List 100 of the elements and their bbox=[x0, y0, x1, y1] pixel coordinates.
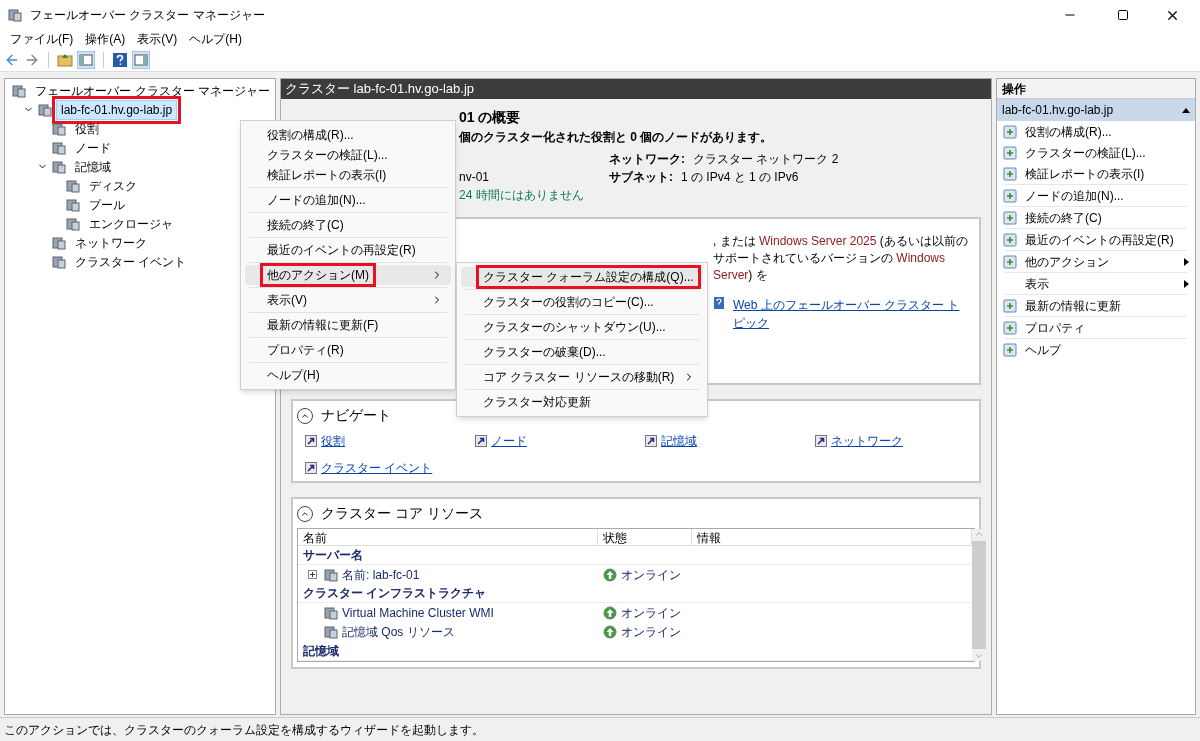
menu-item[interactable]: ノードの追加(N)... bbox=[245, 190, 451, 210]
summary-line: 24 時間にはありません bbox=[459, 187, 585, 204]
action-item[interactable]: ヘルプ bbox=[1025, 340, 1061, 359]
action-icon bbox=[1003, 124, 1017, 139]
menu-item[interactable]: クラスターの役割のコピー(C)... bbox=[461, 292, 703, 312]
menu-item[interactable]: 最近のイベントの再設定(R) bbox=[245, 240, 451, 260]
action-item[interactable]: ノードの追加(N)... bbox=[1025, 186, 1124, 205]
online-status-icon bbox=[603, 625, 617, 640]
menu-bar-item[interactable]: 表示(V) bbox=[131, 30, 184, 48]
action-item[interactable]: 役割の構成(R)... bbox=[1025, 122, 1112, 141]
menu-item[interactable]: プロパティ(R) bbox=[245, 340, 451, 360]
submenu-triangle-icon bbox=[1184, 257, 1189, 266]
tree-item[interactable]: クラスター イベント bbox=[70, 251, 192, 272]
menu-bar-item[interactable]: ヘルプ(H) bbox=[183, 30, 248, 48]
online-status-icon bbox=[603, 567, 617, 582]
column-header[interactable]: 名前 bbox=[298, 529, 598, 545]
resource-name[interactable]: 名前: lab-fc-01 bbox=[342, 565, 420, 584]
tree-item[interactable]: 記憶域 bbox=[70, 156, 116, 177]
action-item[interactable]: 接続の終了(C) bbox=[1025, 208, 1102, 227]
menu-item[interactable]: 表示(V) bbox=[245, 290, 451, 310]
menu-item[interactable]: 検証レポートの表示(I) bbox=[245, 165, 451, 185]
menu-item[interactable]: クラスター クォーラム設定の構成(Q)... bbox=[461, 267, 703, 287]
pane-header: クラスター lab-fc-01.hv.go-lab.jp bbox=[281, 79, 991, 99]
group-row: サーバー名 bbox=[298, 546, 972, 565]
menu-bar-item[interactable]: 操作(A) bbox=[79, 30, 132, 48]
online-status-icon bbox=[603, 606, 617, 620]
help-link[interactable]: Web 上のフェールオーバー クラスター トピック bbox=[733, 296, 971, 332]
shortcut-arrow-icon bbox=[305, 462, 317, 474]
tree-node-icon bbox=[52, 235, 66, 250]
window-title: フェールオーバー クラスター マネージャー bbox=[30, 7, 265, 24]
action-item[interactable]: クラスターの検証(L)... bbox=[1025, 143, 1146, 162]
resource-icon bbox=[324, 567, 338, 582]
action-item[interactable]: 表示 bbox=[1025, 274, 1049, 293]
status-text: オンライン bbox=[621, 624, 681, 642]
tree-node-icon bbox=[12, 83, 27, 98]
navigate-link[interactable]: 役割 bbox=[321, 432, 345, 450]
maximize-icon[interactable] bbox=[1117, 9, 1129, 21]
tree-item[interactable]: ネットワーク bbox=[70, 232, 152, 253]
group-row: 記憶域 bbox=[298, 642, 972, 661]
shortcut-arrow-icon bbox=[475, 435, 487, 447]
expand-plus-icon[interactable] bbox=[308, 570, 317, 580]
navigate-link[interactable]: クラスター イベント bbox=[321, 459, 433, 477]
action-item[interactable]: 最新の情報に更新 bbox=[1025, 296, 1121, 315]
action-pane-icon[interactable] bbox=[132, 50, 150, 69]
column-header[interactable]: 状態 bbox=[598, 529, 692, 545]
action-icon bbox=[1003, 188, 1017, 203]
menu-item[interactable]: クラスターの破棄(D)... bbox=[461, 342, 703, 362]
tree-node-icon bbox=[38, 102, 52, 117]
field-label: ネットワーク: bbox=[609, 151, 685, 168]
navigate-link[interactable]: ネットワーク bbox=[831, 432, 903, 450]
help-book-icon bbox=[713, 296, 725, 310]
action-item[interactable]: プロパティ bbox=[1025, 318, 1085, 337]
tree-node-icon bbox=[52, 121, 66, 136]
pane-toggle-icon[interactable] bbox=[77, 50, 95, 69]
tree-item[interactable]: ノード bbox=[70, 137, 116, 158]
summary-line: nv-01 bbox=[459, 169, 491, 186]
navigate-link[interactable]: ノード bbox=[491, 432, 527, 450]
navigate-link[interactable]: 記憶域 bbox=[661, 432, 697, 450]
action-icon bbox=[1003, 254, 1017, 269]
tree-item[interactable]: フェールオーバー クラスター マネージャー bbox=[30, 80, 275, 101]
menu-item[interactable]: 役割の構成(R)... bbox=[245, 125, 451, 145]
field-value: 1 の IPv4 と 1 の IPv6 bbox=[681, 169, 799, 186]
action-item[interactable]: 検証レポートの表示(I) bbox=[1025, 164, 1145, 183]
menu-bar-item[interactable]: ファイル(F) bbox=[4, 30, 80, 48]
action-item[interactable]: 他のアクション bbox=[1025, 252, 1109, 271]
actions-group-header[interactable]: lab-fc-01.hv.go-lab.jp bbox=[997, 99, 1195, 121]
action-icon bbox=[1003, 210, 1017, 225]
menu-item[interactable]: クラスターのシャットダウン(U)... bbox=[461, 317, 703, 337]
shortcut-arrow-icon bbox=[645, 435, 657, 447]
help-icon[interactable] bbox=[112, 51, 128, 68]
action-icon bbox=[1003, 320, 1017, 335]
field-label: サブネット: bbox=[609, 169, 673, 186]
status-text: オンライン bbox=[621, 566, 681, 584]
section-title: ナビゲート bbox=[321, 406, 391, 425]
menu-item[interactable]: 他のアクション(M) bbox=[245, 265, 451, 285]
tree-node-icon bbox=[66, 197, 80, 212]
menu-item[interactable]: クラスター対応更新 bbox=[461, 392, 703, 412]
actions-pane-title: 操作 bbox=[997, 79, 1195, 99]
menu-item[interactable]: クラスターの検証(L)... bbox=[245, 145, 451, 165]
resource-name[interactable]: Virtual Machine Cluster WMI bbox=[342, 604, 494, 622]
action-icon bbox=[1003, 232, 1017, 247]
menu-item[interactable]: 接続の終了(C) bbox=[245, 215, 451, 235]
status-text: このアクションでは、クラスターのクォーラム設定を構成するウィザードを起動します。 bbox=[4, 721, 484, 739]
tree-node-icon bbox=[66, 178, 80, 193]
tree-item[interactable]: エンクロージャ bbox=[84, 213, 178, 234]
resource-icon bbox=[324, 625, 338, 640]
tree-item[interactable]: ディスク bbox=[84, 175, 142, 196]
tree-node-icon bbox=[52, 140, 66, 155]
resource-name[interactable]: 記憶域 Qos リソース bbox=[342, 623, 455, 642]
resource-icon bbox=[324, 606, 338, 620]
menu-item[interactable]: ヘルプ(H) bbox=[245, 365, 451, 385]
tree-item[interactable]: 役割 bbox=[70, 118, 104, 139]
action-icon bbox=[1003, 145, 1017, 160]
menu-item[interactable]: 最新の情報に更新(F) bbox=[245, 315, 451, 335]
action-item[interactable]: 最近のイベントの再設定(R) bbox=[1025, 230, 1174, 249]
action-icon bbox=[1003, 342, 1017, 357]
section-title: クラスター コア リソース bbox=[321, 504, 483, 523]
menu-item[interactable]: コア クラスター リソースの移動(R) bbox=[461, 367, 703, 387]
tree-node-icon bbox=[52, 159, 66, 174]
tree-item[interactable]: プール bbox=[84, 194, 130, 215]
